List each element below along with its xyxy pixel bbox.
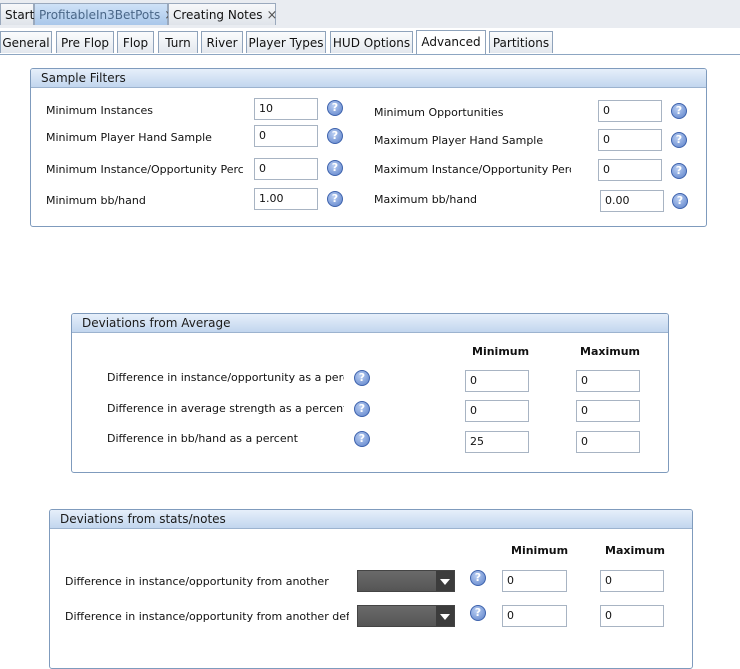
help-icon[interactable]: ? [327,128,343,144]
tab-river[interactable]: River [201,31,243,53]
deviations-from-stats-notes-group: Deviations from stats/notes Minimum Maxi… [49,509,693,669]
diff-instance-opportunity-pct-label: Difference in instance/opportunity as a … [107,371,344,384]
sample-filters-group: Sample Filters Minimum Instances 10 ? Mi… [30,68,707,227]
tab-player-types[interactable]: Player Types [246,31,326,53]
tab-partitions[interactable]: Partitions [489,31,553,53]
tab-label: Creating Notes [173,8,263,22]
maximum-column-header: Maximum [580,345,640,358]
help-icon[interactable]: ? [327,191,343,207]
diff-bb-hand-max-input[interactable]: 0 [576,431,640,453]
min-player-hand-sample-input[interactable]: 0 [254,125,318,147]
diff-instance-opportunity-max-input[interactable]: 0 [576,370,640,392]
minimum-column-header: Minimum [511,544,569,557]
help-icon[interactable]: ? [327,160,343,176]
diff-from-another-stat-label: Difference in instance/opportunity from … [65,575,329,588]
min-player-hand-sample-label: Minimum Player Hand Sample [46,131,212,144]
tab-flop[interactable]: Flop [117,31,154,53]
tab-start-label: Start [5,8,35,22]
min-bb-hand-label: Minimum bb/hand [46,194,146,207]
min-opportunities-label: Minimum Opportunities [374,106,504,119]
tab-label: ProfitableIn3BetPots [39,8,161,22]
diff-instance-opportunity-min-input[interactable]: 0 [465,370,529,392]
max-instance-opportunity-pct-input[interactable]: 0 [598,159,662,181]
tab-creating-notes[interactable]: Creating Notes × [168,3,278,25]
tab-start[interactable]: Start [0,3,34,25]
help-icon[interactable]: ? [671,103,687,119]
diff-from-another-stat-max-input[interactable]: 0 [600,570,664,592]
diff-from-another-definition-min-input[interactable]: 0 [502,605,567,627]
sample-filters-title: Sample Filters [31,69,706,88]
help-icon[interactable]: ? [671,163,687,179]
help-icon[interactable]: ? [354,370,370,386]
max-bb-hand-label: Maximum bb/hand [374,193,478,206]
minimum-column-header: Minimum [472,345,530,358]
help-icon[interactable]: ? [354,431,370,447]
tab-profitable-in-3bet-pots[interactable]: ProfitableIn3BetPots× [34,3,175,25]
maximum-column-header: Maximum [605,544,665,557]
stat-dropdown[interactable] [357,570,455,592]
chevron-down-icon[interactable] [436,571,454,591]
definition-dropdown[interactable] [357,605,455,627]
deviations-average-title: Deviations from Average [72,314,668,333]
min-instance-opportunity-pct-input[interactable]: 0 [254,158,318,180]
min-instances-label: Minimum Instances [46,104,153,117]
help-icon[interactable]: ? [672,193,688,209]
document-tab-bar: Start ProfitableIn3BetPots× Creating Not… [0,0,740,29]
close-icon[interactable]: × [267,8,278,23]
max-player-hand-sample-label: Maximum Player Hand Sample [374,134,544,147]
diff-average-strength-max-input[interactable]: 0 [576,400,640,422]
tab-turn[interactable]: Turn [158,31,198,53]
tab-pre-flop[interactable]: Pre Flop [56,31,114,53]
help-icon[interactable]: ? [327,100,343,116]
max-bb-hand-input[interactable]: 0.00 [600,190,664,212]
tab-hud-options[interactable]: HUD Options [330,31,413,53]
min-instances-input[interactable]: 10 [254,98,318,120]
diff-average-strength-label: Difference in average strength as a perc… [107,402,344,415]
diff-bb-hand-label: Difference in bb/hand as a percent [107,432,298,445]
diff-from-another-definition-max-input[interactable]: 0 [600,605,664,627]
max-player-hand-sample-input[interactable]: 0 [598,129,662,151]
deviations-from-average-group: Deviations from Average Minimum Maximum … [71,313,669,473]
max-instance-opportunity-pct-label: Maximum Instance/Opportunity Percer [374,163,571,176]
diff-bb-hand-min-input[interactable]: 25 [465,431,529,453]
deviations-stats-title: Deviations from stats/notes [50,510,692,529]
tab-advanced[interactable]: Advanced [416,30,486,54]
chevron-down-icon[interactable] [436,606,454,626]
diff-from-another-definition-label: Difference in instance/opportunity from … [65,610,349,623]
diff-average-strength-min-input[interactable]: 0 [465,400,529,422]
min-opportunities-input[interactable]: 0 [598,100,662,122]
help-icon[interactable]: ? [671,132,687,148]
settings-tab-bar: General Pre Flop Flop Turn River Player … [0,28,740,55]
min-instance-opportunity-pct-label: Minimum Instance/Opportunity Percer [46,163,243,176]
help-icon[interactable]: ? [470,605,486,621]
help-icon[interactable]: ? [354,401,370,417]
min-bb-hand-input[interactable]: 1.00 [254,188,318,210]
help-icon[interactable]: ? [470,570,486,586]
diff-from-another-stat-min-input[interactable]: 0 [502,570,567,592]
tab-general[interactable]: General [0,31,52,53]
